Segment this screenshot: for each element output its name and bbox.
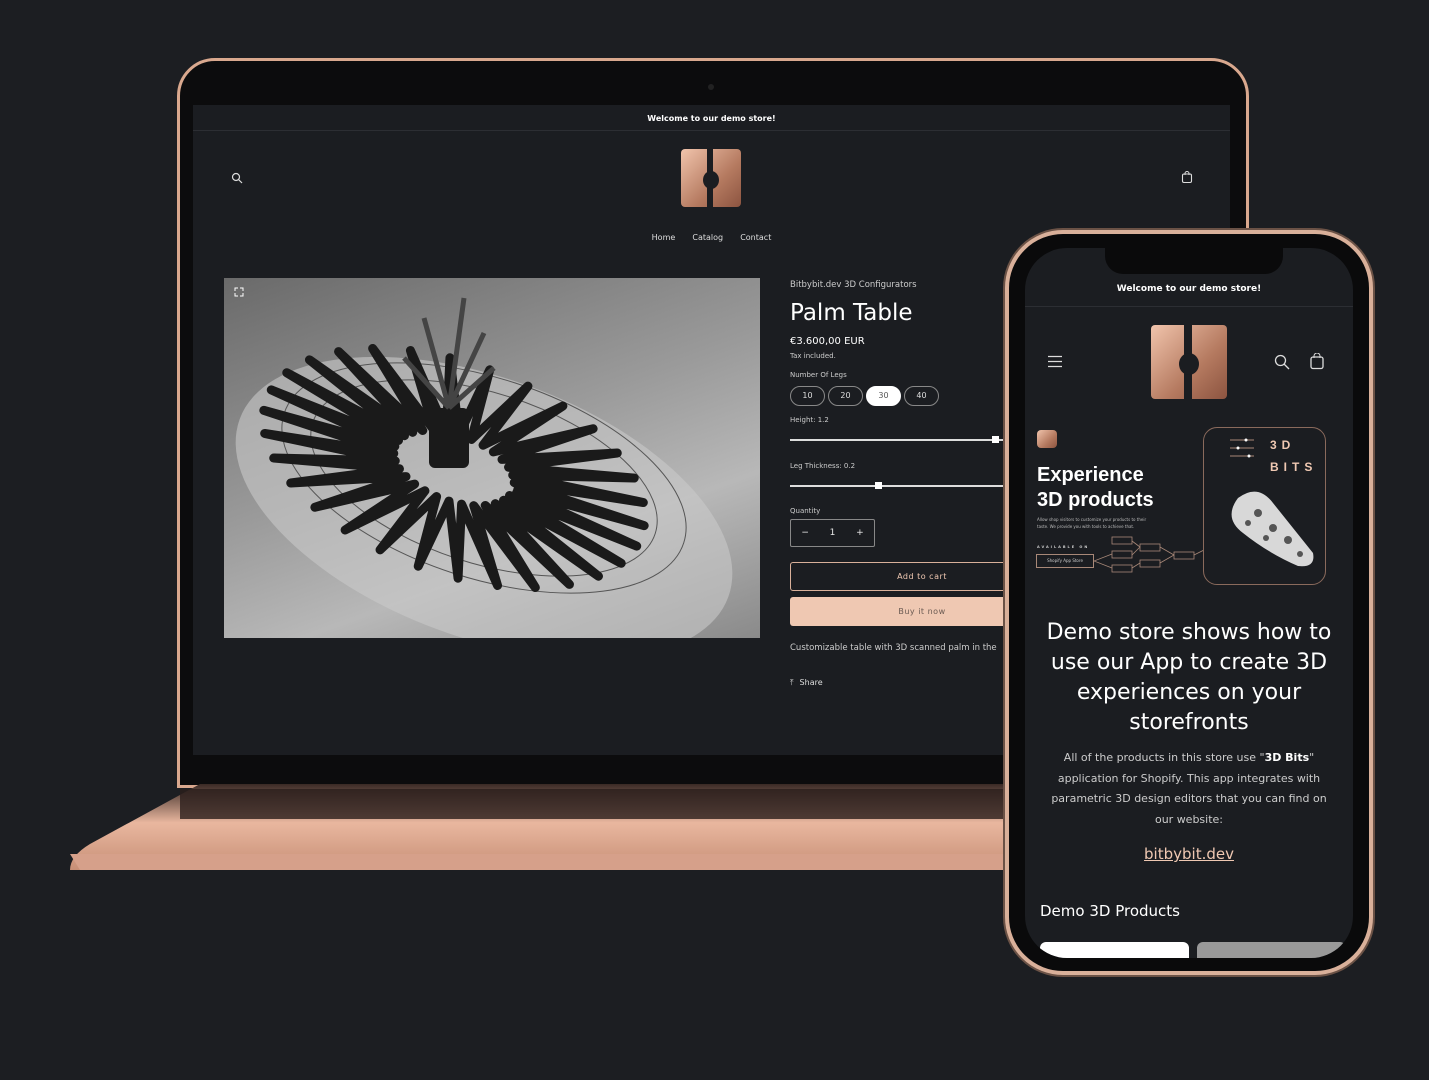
phone-device: Welcome to our demo store! Experience 3D …: [1005, 230, 1373, 975]
search-icon[interactable]: [231, 172, 243, 184]
legs-option-40[interactable]: 40: [904, 386, 939, 406]
nav-catalog[interactable]: Catalog: [692, 233, 723, 242]
laptop-base: [70, 784, 1030, 870]
quantity-stepper: − 1 +: [790, 519, 875, 547]
share-label: Share: [799, 678, 823, 687]
body-text-pre: All of the products in this store use ": [1063, 751, 1265, 764]
banner-title-line2: 3D products: [1037, 489, 1154, 511]
shopify-app-store-button[interactable]: Shopify App Store: [1036, 554, 1094, 568]
height-slider[interactable]: [790, 436, 1030, 443]
mobile-body: All of the products in this store use "3…: [1045, 748, 1333, 830]
mobile-store-page: Welcome to our demo store! Experience 3D …: [1025, 248, 1353, 958]
legs-option-10[interactable]: 10: [790, 386, 825, 406]
legs-option-20[interactable]: 20: [828, 386, 863, 406]
body-text-bold: 3D Bits: [1264, 751, 1310, 764]
bitbybit-link[interactable]: bitbybit.dev: [1025, 845, 1353, 863]
product-card[interactable]: [1040, 942, 1189, 958]
available-on-label: AVAILABLE ON: [1037, 545, 1090, 549]
demo-products-heading: Demo 3D Products: [1040, 902, 1180, 920]
palm-table-render: [235, 297, 733, 660]
share-icon: ⤒: [790, 678, 794, 687]
banner-logo: [1037, 430, 1057, 448]
mobile-headline: Demo store shows how to use our App to c…: [1046, 620, 1332, 735]
mobile-search-icon[interactable]: [1274, 354, 1290, 370]
promo-banner: Experience 3D products Allow shop visitor…: [1025, 423, 1353, 588]
sliders-icon: [1230, 438, 1254, 458]
hamburger-icon[interactable]: [1047, 355, 1063, 368]
thickness-slider-thumb[interactable]: [875, 482, 882, 489]
mobile-store-logo[interactable]: [1151, 325, 1227, 399]
quantity-increase[interactable]: +: [856, 528, 864, 538]
product-3d-viewer[interactable]: [224, 278, 760, 660]
quantity-value[interactable]: 1: [830, 528, 836, 538]
laptop-camera: [708, 84, 714, 90]
nav-contact[interactable]: Contact: [740, 233, 771, 242]
phone-notch: [1105, 248, 1283, 274]
product-card[interactable]: [1197, 942, 1346, 958]
cart-icon[interactable]: [1181, 171, 1193, 184]
banner-title-line1: Experience: [1037, 464, 1144, 486]
mobile-cart-icon[interactable]: [1309, 353, 1325, 370]
banner-title: Experience 3D products: [1037, 463, 1154, 513]
nav-home[interactable]: Home: [652, 233, 676, 242]
thickness-slider[interactable]: [790, 482, 1030, 489]
3d-bits-wordmark: 3D BITS: [1270, 434, 1317, 478]
brand-line2: BITS: [1270, 460, 1318, 474]
brand-line1: 3D: [1270, 438, 1296, 452]
quantity-decrease[interactable]: −: [801, 528, 809, 538]
3d-bits-card: 3D BITS: [1203, 427, 1326, 585]
store-logo[interactable]: [681, 149, 741, 207]
sneaker-render: [1231, 491, 1314, 567]
legs-option-30[interactable]: 30: [866, 386, 901, 406]
banner-body: Allow shop visitors to customize your pr…: [1037, 517, 1147, 529]
height-slider-thumb[interactable]: [992, 436, 999, 443]
node-graph-illustration: [1094, 536, 1204, 573]
expand-icon[interactable]: [234, 287, 244, 297]
mobile-announcement-bar: Welcome to our demo store!: [1025, 284, 1353, 307]
announcement-bar: Welcome to our demo store!: [193, 105, 1230, 131]
